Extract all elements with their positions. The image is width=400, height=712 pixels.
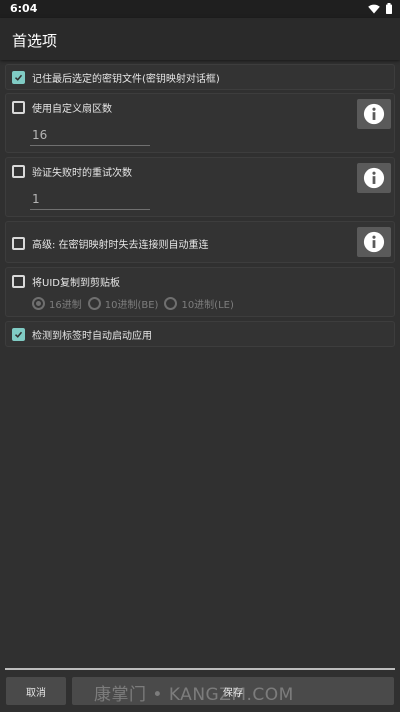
info-icon xyxy=(363,103,385,125)
auto-start-label: 检测到标签时自动启动应用 xyxy=(32,331,152,342)
watermark: 康掌门 • KANGZM.COM xyxy=(94,685,294,705)
custom-sectors-checkbox[interactable] xyxy=(12,101,25,114)
status-icons xyxy=(368,3,392,14)
status-bar: 6:04 xyxy=(0,0,400,18)
status-time: 6:04 xyxy=(10,2,38,15)
custom-sectors-input[interactable]: 16 xyxy=(30,126,150,146)
custom-sectors-label: 使用自定义扇区数 xyxy=(32,104,112,115)
custom-sectors-row[interactable]: 使用自定义扇区数 xyxy=(12,100,112,115)
uid-format-radio-group: 16进制 10进制(BE) 10进制(LE) xyxy=(32,296,240,311)
uid-format-hex-label: 16进制 xyxy=(49,300,82,311)
retry-count-info-button[interactable] xyxy=(357,163,391,193)
pref-copy-uid: 将UID复制到剪贴板 16进制 10进制(BE) 10进制(LE) xyxy=(5,267,395,317)
app-bar: 首选项 xyxy=(0,18,400,60)
auto-start-row[interactable]: 检测到标签时自动启动应用 xyxy=(12,327,152,342)
uid-format-dec-be-radio[interactable] xyxy=(87,297,101,310)
uid-format-dec-le-label: 10进制(LE) xyxy=(181,300,234,311)
wifi-icon xyxy=(368,4,380,14)
auto-reconnect-row[interactable]: 高级: 在密钥映射时失去连接则自动重连 xyxy=(12,236,209,251)
pref-retry-count: 验证失败时的重试次数 1 xyxy=(5,157,395,217)
remember-last-key-checkbox[interactable] xyxy=(12,71,25,84)
cancel-button[interactable]: 取消 xyxy=(6,677,66,705)
checkmark-icon xyxy=(14,331,23,338)
info-icon xyxy=(363,231,385,253)
copy-uid-row[interactable]: 将UID复制到剪贴板 xyxy=(12,274,120,289)
checkmark-icon xyxy=(14,74,23,81)
pref-auto-start-on-tag: 检测到标签时自动启动应用 xyxy=(5,321,395,347)
retry-count-label: 验证失败时的重试次数 xyxy=(32,168,132,179)
retry-count-checkbox[interactable] xyxy=(12,165,25,178)
copy-uid-checkbox[interactable] xyxy=(12,275,25,288)
auto-start-checkbox[interactable] xyxy=(12,328,25,341)
remember-last-key-row[interactable]: 记住最后选定的密钥文件(密钥映射对话框) xyxy=(12,70,220,85)
remember-last-key-label: 记住最后选定的密钥文件(密钥映射对话框) xyxy=(32,74,220,85)
retry-count-row[interactable]: 验证失败时的重试次数 xyxy=(12,164,132,179)
auto-reconnect-checkbox[interactable] xyxy=(12,237,25,250)
pref-custom-sectors: 使用自定义扇区数 16 xyxy=(5,93,395,153)
custom-sectors-info-button[interactable] xyxy=(357,99,391,129)
battery-icon xyxy=(386,3,392,14)
copy-uid-label: 将UID复制到剪贴板 xyxy=(32,278,120,289)
pref-remember-last-key: 记住最后选定的密钥文件(密钥映射对话框) xyxy=(5,64,395,90)
auto-reconnect-info-button[interactable] xyxy=(357,227,391,257)
uid-format-dec-be-label: 10进制(BE) xyxy=(104,300,159,311)
page-title: 首选项 xyxy=(12,32,58,50)
uid-format-hex-radio[interactable] xyxy=(32,297,45,310)
info-icon xyxy=(363,167,385,189)
retry-count-input[interactable]: 1 xyxy=(30,190,150,210)
uid-format-dec-le-radio[interactable] xyxy=(164,297,178,310)
pref-auto-reconnect: 高级: 在密钥映射时失去连接则自动重连 xyxy=(5,221,395,263)
auto-reconnect-label: 高级: 在密钥映射时失去连接则自动重连 xyxy=(32,240,209,251)
bottom-divider xyxy=(5,668,395,670)
